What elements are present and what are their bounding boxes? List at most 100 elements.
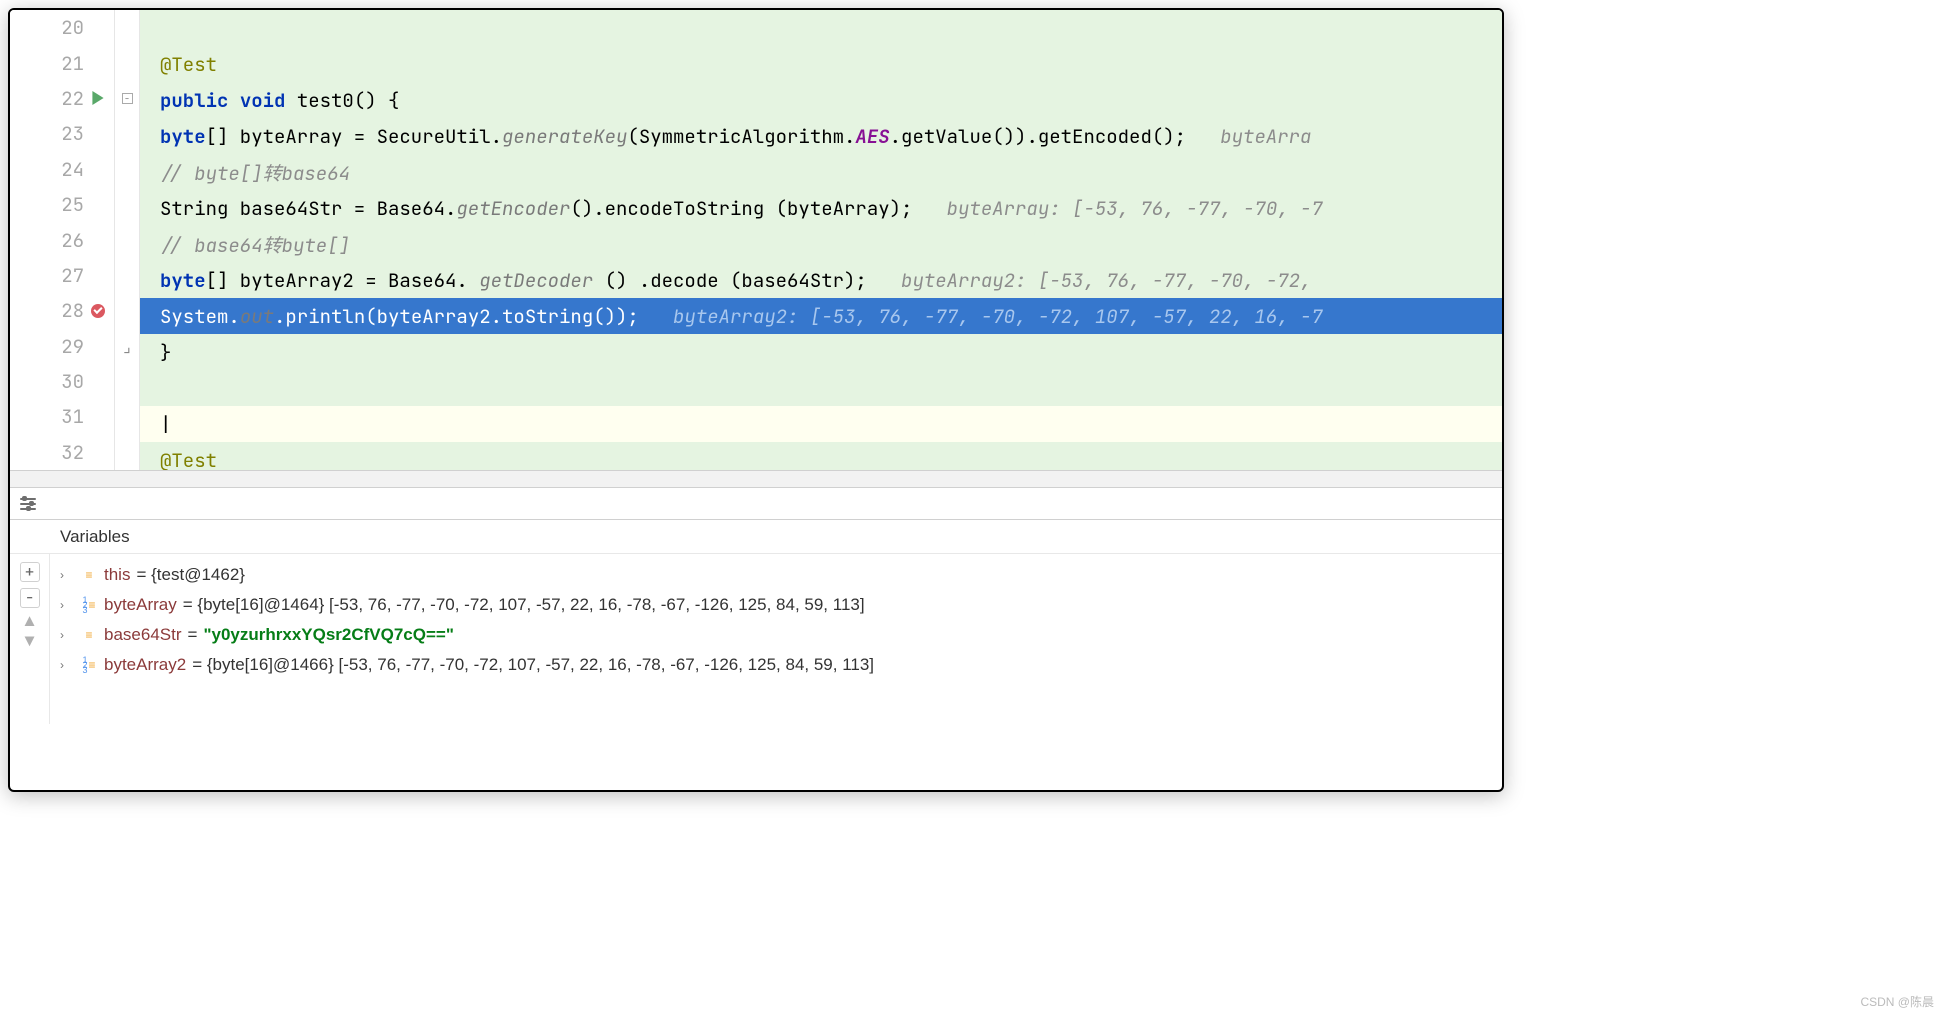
- code-token: public: [160, 88, 240, 113]
- code-token: .getValue()).getEncoded();: [890, 124, 1221, 149]
- inlay-hint: byteArray: [-53, 76, -77, -70, -7: [947, 196, 1323, 221]
- gutter-line[interactable]: 21: [10, 45, 114, 80]
- code-line[interactable]: byte[] byteArray = SecureUtil.generateKe…: [140, 118, 1502, 154]
- gutter-line[interactable]: 26: [10, 222, 114, 257]
- gutter-line[interactable]: 31: [10, 399, 114, 434]
- code-line[interactable]: @Test: [140, 442, 1502, 470]
- expand-chevron-icon[interactable]: ›: [60, 568, 74, 582]
- code-token: void: [240, 88, 297, 113]
- variable-row[interactable]: ›≡this = {test@1462}: [50, 560, 1502, 590]
- fold-cell: [115, 364, 139, 399]
- line-number: 26: [44, 228, 84, 253]
- fold-cell: [115, 10, 139, 45]
- code-line[interactable]: [140, 10, 1502, 46]
- code-token: [] byteArray = SecureUtil.: [206, 124, 502, 149]
- code-editor[interactable]: 20212223242526272829303132 −⌟ @Test publ…: [10, 10, 1502, 470]
- code-token: out: [240, 304, 274, 329]
- move-up-button[interactable]: ▲: [20, 614, 40, 628]
- inlay-hint: byteArray2: [-53, 76, -77, -70, -72,: [901, 268, 1311, 293]
- gutter-line[interactable]: 25: [10, 187, 114, 222]
- line-number: 24: [44, 157, 84, 182]
- fold-cell: [115, 222, 139, 257]
- fold-collapse-icon[interactable]: −: [122, 93, 133, 104]
- gutter-line[interactable]: 22: [10, 81, 114, 116]
- array-icon: 123≡: [80, 657, 98, 673]
- breakpoint-icon[interactable]: [88, 301, 108, 321]
- gutter-line[interactable]: 28: [10, 293, 114, 328]
- debug-variables-panel: + − ▲ ▼ ›≡this = {test@1462}›123≡byteArr…: [10, 554, 1502, 724]
- code-token: byte: [160, 268, 206, 293]
- fold-column: −⌟: [114, 10, 140, 470]
- expand-chevron-icon[interactable]: ›: [60, 598, 74, 612]
- line-number: 20: [44, 15, 84, 40]
- line-number: 30: [44, 369, 84, 394]
- variable-value: = {byte[16]@1464} [-53, 76, -77, -70, -7…: [183, 595, 865, 615]
- gutter-empty: [88, 372, 108, 392]
- code-line[interactable]: byte[] byteArray2 = Base64. getDecoder (…: [140, 262, 1502, 298]
- layout-settings-icon[interactable]: [20, 498, 36, 510]
- variable-value: = {byte[16]@1466} [-53, 76, -77, -70, -7…: [192, 655, 874, 675]
- variables-tab[interactable]: Variables: [10, 520, 1502, 554]
- line-number-gutter: 20 212223 24 25 26 27 28 29 30 3132: [10, 10, 114, 470]
- gutter-line[interactable]: 30: [10, 364, 114, 399]
- code-token: String base64Str = Base64.: [160, 196, 456, 221]
- line-number: 25: [44, 192, 84, 217]
- code-line[interactable]: }: [140, 334, 1502, 370]
- gutter-empty: [88, 442, 108, 462]
- execution-line[interactable]: System.out.println(byteArray2.toString()…: [140, 298, 1502, 334]
- code-token: @Test: [160, 448, 217, 471]
- gutter-line[interactable]: 32: [10, 435, 114, 470]
- gutter-line[interactable]: 29: [10, 329, 114, 364]
- variable-name: base64Str: [104, 625, 182, 645]
- variable-row[interactable]: ›123≡byteArray2 = {byte[16]@1466} [-53, …: [50, 650, 1502, 680]
- fold-cell: [115, 116, 139, 151]
- fold-cell: [115, 152, 139, 187]
- line-number: 28: [44, 298, 84, 323]
- code-token: test0() {: [297, 88, 400, 113]
- editor-divider[interactable]: [10, 470, 1502, 488]
- variable-value: =: [188, 625, 198, 645]
- code-token: System.: [160, 304, 240, 329]
- code-token: [] byteArray2 = Base64.: [206, 268, 480, 293]
- code-line[interactable]: [140, 370, 1502, 406]
- code-token: getEncoder: [456, 196, 570, 221]
- code-area[interactable]: @Test public void test0() { byte[] byteA…: [140, 10, 1502, 470]
- gutter-empty: [88, 230, 108, 250]
- variable-value: = {test@1462}: [136, 565, 244, 585]
- fold-cell: −: [115, 81, 139, 116]
- fold-cell: [115, 399, 139, 434]
- fold-cell: ⌟: [115, 329, 139, 364]
- run-test-icon[interactable]: [88, 88, 108, 108]
- gutter-empty: [88, 265, 108, 285]
- add-watch-button[interactable]: +: [20, 562, 40, 582]
- inlay-hint: byteArra: [1220, 124, 1311, 149]
- code-token: getDecoder: [479, 268, 593, 293]
- gutter-line[interactable]: 27: [10, 258, 114, 293]
- code-line[interactable]: public void test0() {: [140, 82, 1502, 118]
- gutter-line[interactable]: 20: [10, 10, 114, 45]
- debug-toolbar: [10, 488, 1502, 520]
- expand-chevron-icon[interactable]: ›: [60, 628, 74, 642]
- variable-row[interactable]: ›≡base64Str = "y0yzurhrxxYQsr2CfVQ7cQ==": [50, 620, 1502, 650]
- variables-side-buttons: + − ▲ ▼: [10, 554, 50, 724]
- code-token: byte: [160, 124, 206, 149]
- variable-row[interactable]: ›123≡byteArray = {byte[16]@1464} [-53, 7…: [50, 590, 1502, 620]
- code-line[interactable]: |: [140, 406, 1502, 442]
- gutter-line[interactable]: 23: [10, 116, 114, 151]
- remove-watch-button[interactable]: −: [20, 588, 40, 608]
- code-token: }: [160, 340, 171, 365]
- code-line[interactable]: @Test: [140, 46, 1502, 82]
- code-line[interactable]: // byte[]转base64: [140, 154, 1502, 190]
- code-line[interactable]: String base64Str = Base64.getEncoder().e…: [140, 190, 1502, 226]
- gutter-line[interactable]: 24: [10, 152, 114, 187]
- inlay-hint: byteArray2: [-53, 76, -77, -70, -72, 107…: [673, 304, 1323, 329]
- line-number: 27: [44, 263, 84, 288]
- code-token: .println(byteArray2.toString());: [274, 304, 673, 329]
- code-line[interactable]: // base64转byte[]: [140, 226, 1502, 262]
- fold-cell: [115, 45, 139, 80]
- code-token: ().encodeToString (byteArray);: [570, 196, 946, 221]
- gutter-empty: [88, 336, 108, 356]
- gutter-empty: [88, 124, 108, 144]
- move-down-button[interactable]: ▼: [20, 634, 40, 648]
- expand-chevron-icon[interactable]: ›: [60, 658, 74, 672]
